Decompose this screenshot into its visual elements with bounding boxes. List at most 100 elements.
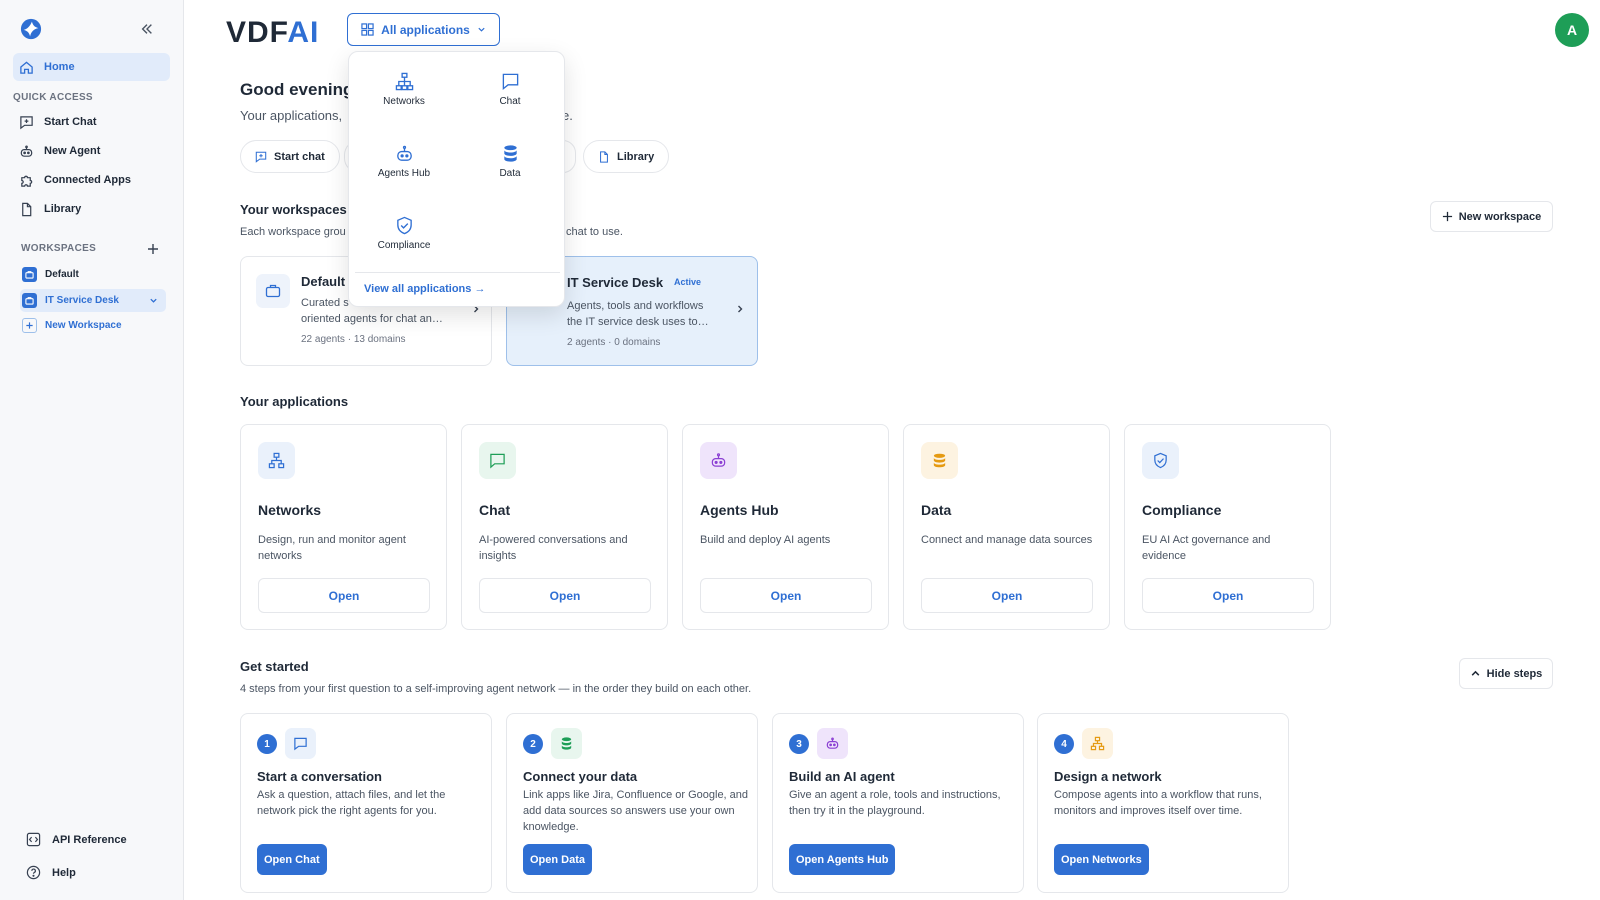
app-title: Compliance [1142, 502, 1222, 518]
hide-steps-button[interactable]: Hide steps [1459, 658, 1553, 689]
app-card-networks: Networks Design, run and monitor agent n… [240, 424, 447, 630]
dropdown-item-data[interactable]: Data [460, 144, 560, 179]
library-label: Library [617, 150, 655, 163]
app-desc: Design, run and monitor agent networks [258, 534, 406, 562]
network-icon [258, 442, 295, 479]
workspace-label: Default [45, 269, 79, 280]
open-agents-hub-button[interactable]: Open [700, 578, 872, 613]
app-desc: Connect and manage data sources [921, 534, 1093, 546]
dropdown-item-label: Compliance [377, 240, 431, 251]
view-all-applications-link[interactable]: View all applications → [364, 283, 485, 295]
database-icon [503, 145, 517, 162]
open-chat-button[interactable]: Open [479, 578, 651, 613]
open-chat-step-button[interactable]: Open Chat [257, 844, 327, 875]
step-number: 1 [257, 734, 277, 754]
shield-check-icon [1142, 442, 1179, 479]
brand-logo[interactable]: VDFAI [226, 16, 319, 50]
dropdown-item-label: Agents Hub [377, 168, 431, 179]
sidebar-api-reference[interactable]: API Reference [26, 832, 127, 847]
open-data-step-button[interactable]: Open Data [523, 844, 593, 875]
chevron-down-icon[interactable] [149, 296, 158, 305]
sidebar-item-library[interactable]: Library [13, 195, 170, 223]
briefcase-icon [22, 293, 37, 308]
step-card-2: 2 Connect your data Link apps like Jira,… [506, 713, 758, 893]
robot-icon [817, 728, 848, 759]
step-number: 3 [789, 734, 809, 754]
workspace-desc-line2: oriented agents for chat an… [301, 313, 443, 325]
sidebar-item-label: Library [44, 203, 82, 215]
briefcase-icon [22, 267, 37, 282]
app-card-agents-hub: Agents Hub Build and deploy AI agents Op… [682, 424, 889, 630]
open-agents-hub-step-button[interactable]: Open Agents Hub [789, 844, 896, 875]
app-desc: Build and deploy AI agents [700, 534, 831, 546]
all-applications-button[interactable]: All applications [347, 13, 500, 46]
sidebar: Home QUICK ACCESS Start Chat New Agent C… [0, 0, 184, 900]
add-workspace-icon[interactable] [147, 243, 159, 255]
step-number: 4 [1054, 734, 1074, 754]
new-workspace-button[interactable]: New workspace [1430, 201, 1553, 232]
new-workspace-label: New workspace [1458, 210, 1542, 223]
app-desc: AI-powered conversations and insights [479, 534, 628, 562]
app-card-data: Data Connect and manage data sources Ope… [903, 424, 1110, 630]
workspaces-desc-start: Each workspace grou [240, 226, 346, 238]
collapse-sidebar-icon[interactable] [140, 22, 154, 36]
workspaces-heading: WORKSPACES [21, 243, 97, 254]
database-icon [921, 442, 958, 479]
greeting-subtitle-start: Your applications, [240, 108, 343, 123]
get-started-title: Get started [240, 659, 309, 674]
dropdown-item-compliance[interactable]: Compliance [354, 216, 454, 251]
sidebar-help[interactable]: Help [26, 865, 76, 880]
code-icon [26, 832, 41, 847]
get-started-desc: 4 steps from your first question to a se… [240, 683, 752, 695]
sidebar-workspace-it-service-desk[interactable]: IT Service Desk [20, 289, 166, 312]
chevron-right-icon [735, 304, 745, 314]
brand-prefix: VDF [226, 16, 288, 49]
workspace-title: IT Service Desk [567, 275, 664, 290]
step-desc: Ask a question, attach files, and let th… [257, 789, 446, 817]
workspace-meta: 22 agents · 13 domains [301, 334, 406, 345]
step-title: Design a network [1054, 769, 1162, 784]
grid-icon [361, 23, 374, 36]
sidebar-item-label: Home [44, 61, 75, 73]
sidebar-item-new-agent[interactable]: New Agent [13, 137, 170, 165]
document-icon [600, 150, 608, 163]
app-logo-icon[interactable] [20, 18, 42, 40]
sidebar-item-connected-apps[interactable]: Connected Apps [13, 166, 170, 194]
briefcase-icon [256, 274, 290, 308]
robot-icon [20, 144, 33, 157]
chevron-down-icon [478, 27, 485, 32]
plus-icon [1442, 211, 1452, 222]
quick-access-heading: QUICK ACCESS [13, 92, 93, 103]
sidebar-new-workspace[interactable]: New Workspace [20, 314, 166, 337]
workspaces-title: Your workspaces [240, 202, 347, 217]
api-reference-label: API Reference [52, 833, 127, 846]
open-networks-step-button[interactable]: Open Networks [1054, 844, 1149, 875]
step-card-1: 1 Start a conversation Ask a question, a… [240, 713, 492, 893]
sidebar-item-start-chat[interactable]: Start Chat [13, 108, 170, 136]
workspace-meta: 2 agents · 0 domains [567, 337, 661, 348]
shield-check-icon [396, 216, 412, 235]
robot-icon [700, 442, 737, 479]
dropdown-item-label: Chat [499, 96, 521, 107]
dropdown-item-chat[interactable]: Chat [460, 72, 560, 107]
open-compliance-button[interactable]: Open [1142, 578, 1314, 613]
library-pill[interactable]: Library [583, 140, 670, 173]
all-applications-label: All applications [381, 22, 470, 37]
sidebar-item-home[interactable]: Home [13, 53, 170, 81]
dropdown-item-networks[interactable]: Networks [354, 72, 454, 107]
home-icon [20, 60, 33, 74]
open-data-button[interactable]: Open [921, 578, 1093, 613]
dropdown-item-agents-hub[interactable]: Agents Hub [354, 144, 454, 179]
new-workspace-label: New Workspace [45, 320, 122, 331]
step-title: Connect your data [523, 769, 638, 784]
step-desc: Give an agent a role, tools and instruct… [789, 789, 1001, 817]
start-chat-pill[interactable]: Start chat [240, 140, 340, 173]
chat-icon [479, 442, 516, 479]
open-networks-button[interactable]: Open [258, 578, 430, 613]
user-avatar[interactable]: A [1555, 13, 1589, 47]
step-card-4: 4 Design a network Compose agents into a… [1037, 713, 1289, 893]
chevron-up-icon [1471, 670, 1480, 676]
dropdown-divider [355, 272, 560, 273]
sidebar-workspace-default[interactable]: Default [20, 263, 166, 286]
step-number: 2 [523, 734, 543, 754]
